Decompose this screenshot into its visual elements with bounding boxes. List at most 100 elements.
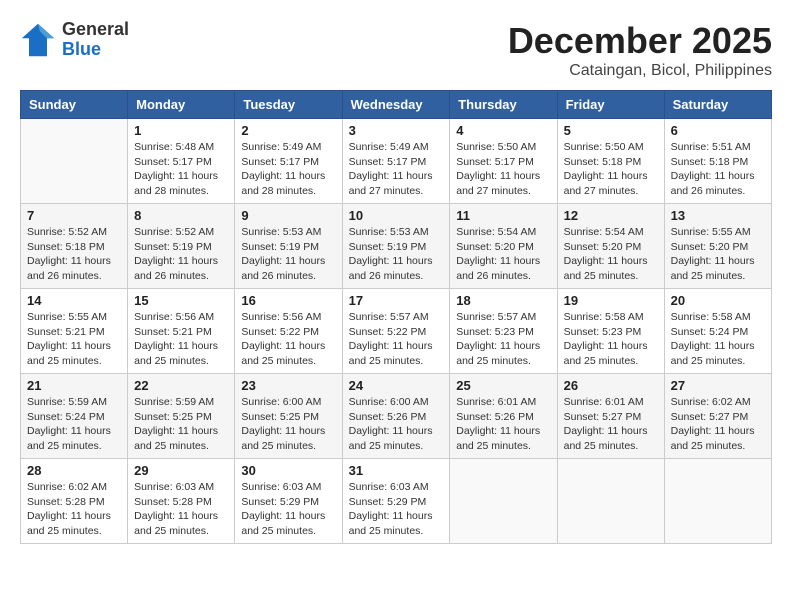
day-number: 21 <box>27 378 121 393</box>
day-info: Sunrise: 6:03 AM Sunset: 5:29 PM Dayligh… <box>241 480 335 539</box>
day-number: 14 <box>27 293 121 308</box>
day-info: Sunrise: 5:57 AM Sunset: 5:23 PM Dayligh… <box>456 310 550 369</box>
weekday-header-wednesday: Wednesday <box>342 91 450 119</box>
day-info: Sunrise: 5:54 AM Sunset: 5:20 PM Dayligh… <box>456 225 550 284</box>
calendar-cell: 19 Sunrise: 5:58 AM Sunset: 5:23 PM Dayli… <box>557 289 664 374</box>
day-info: Sunrise: 6:01 AM Sunset: 5:27 PM Dayligh… <box>564 395 658 454</box>
day-info: Sunrise: 6:01 AM Sunset: 5:26 PM Dayligh… <box>456 395 550 454</box>
calendar-week-row: 1 Sunrise: 5:48 AM Sunset: 5:17 PM Daylig… <box>21 119 772 204</box>
day-number: 31 <box>349 463 444 478</box>
day-number: 2 <box>241 123 335 138</box>
day-info: Sunrise: 5:50 AM Sunset: 5:18 PM Dayligh… <box>564 140 658 199</box>
day-info: Sunrise: 5:59 AM Sunset: 5:24 PM Dayligh… <box>27 395 121 454</box>
calendar-cell: 23Sunrise: 6:00 AM Sunset: 5:25 PM Dayli… <box>235 374 342 459</box>
day-info: Sunrise: 5:58 AM Sunset: 5:24 PM Dayligh… <box>671 310 765 369</box>
calendar-week-row: 28 Sunrise: 6:02 AM Sunset: 5:28 PM Dayli… <box>21 459 772 544</box>
weekday-header-saturday: Saturday <box>664 91 771 119</box>
calendar-cell: 12 Sunrise: 5:54 AM Sunset: 5:20 PM Dayli… <box>557 204 664 289</box>
calendar-cell: 3 Sunrise: 5:49 AM Sunset: 5:17 PM Daylig… <box>342 119 450 204</box>
day-info: Sunrise: 6:02 AM Sunset: 5:28 PM Dayligh… <box>27 480 121 539</box>
calendar-header-row: SundayMondayTuesdayWednesdayThursdayFrid… <box>21 91 772 119</box>
day-info: Sunrise: 5:53 AM Sunset: 5:19 PM Dayligh… <box>241 225 335 284</box>
logo-icon <box>20 22 56 58</box>
day-number: 6 <box>671 123 765 138</box>
day-info: Sunrise: 5:58 AM Sunset: 5:23 PM Dayligh… <box>564 310 658 369</box>
day-number: 4 <box>456 123 550 138</box>
location-subtitle: Cataingan, Bicol, Philippines <box>508 62 772 80</box>
calendar-cell: 11Sunrise: 5:54 AM Sunset: 5:20 PM Dayli… <box>450 204 557 289</box>
day-info: Sunrise: 5:53 AM Sunset: 5:19 PM Dayligh… <box>349 225 444 284</box>
day-info: Sunrise: 5:48 AM Sunset: 5:17 PM Dayligh… <box>134 140 228 199</box>
calendar-cell: 16 Sunrise: 5:56 AM Sunset: 5:22 PM Dayli… <box>235 289 342 374</box>
day-number: 20 <box>671 293 765 308</box>
calendar-cell <box>21 119 128 204</box>
calendar-cell: 6 Sunrise: 5:51 AM Sunset: 5:18 PM Daylig… <box>664 119 771 204</box>
calendar-cell: 30Sunrise: 6:03 AM Sunset: 5:29 PM Dayli… <box>235 459 342 544</box>
day-info: Sunrise: 6:02 AM Sunset: 5:27 PM Dayligh… <box>671 395 765 454</box>
day-number: 10 <box>349 208 444 223</box>
calendar-cell: 29Sunrise: 6:03 AM Sunset: 5:28 PM Dayli… <box>128 459 235 544</box>
day-number: 27 <box>671 378 765 393</box>
day-number: 25 <box>456 378 550 393</box>
calendar-cell: 15Sunrise: 5:56 AM Sunset: 5:21 PM Dayli… <box>128 289 235 374</box>
calendar-week-row: 21 Sunrise: 5:59 AM Sunset: 5:24 PM Dayli… <box>21 374 772 459</box>
day-info: Sunrise: 6:03 AM Sunset: 5:29 PM Dayligh… <box>349 480 444 539</box>
day-number: 7 <box>27 208 121 223</box>
calendar-cell: 10 Sunrise: 5:53 AM Sunset: 5:19 PM Dayli… <box>342 204 450 289</box>
logo-text: General Blue <box>62 20 129 60</box>
day-info: Sunrise: 5:59 AM Sunset: 5:25 PM Dayligh… <box>134 395 228 454</box>
day-number: 22 <box>134 378 228 393</box>
day-number: 9 <box>241 208 335 223</box>
calendar-cell: 2 Sunrise: 5:49 AM Sunset: 5:17 PM Daylig… <box>235 119 342 204</box>
day-info: Sunrise: 6:00 AM Sunset: 5:26 PM Dayligh… <box>349 395 444 454</box>
calendar-cell: 4 Sunrise: 5:50 AM Sunset: 5:17 PM Daylig… <box>450 119 557 204</box>
calendar-cell: 5Sunrise: 5:50 AM Sunset: 5:18 PM Daylig… <box>557 119 664 204</box>
calendar-cell <box>557 459 664 544</box>
weekday-header-sunday: Sunday <box>21 91 128 119</box>
day-number: 17 <box>349 293 444 308</box>
calendar-cell: 13Sunrise: 5:55 AM Sunset: 5:20 PM Dayli… <box>664 204 771 289</box>
day-number: 16 <box>241 293 335 308</box>
day-info: Sunrise: 5:52 AM Sunset: 5:19 PM Dayligh… <box>134 225 228 284</box>
calendar-cell <box>664 459 771 544</box>
calendar-cell: 14Sunrise: 5:55 AM Sunset: 5:21 PM Dayli… <box>21 289 128 374</box>
calendar-week-row: 14Sunrise: 5:55 AM Sunset: 5:21 PM Dayli… <box>21 289 772 374</box>
day-number: 23 <box>241 378 335 393</box>
weekday-header-tuesday: Tuesday <box>235 91 342 119</box>
day-number: 18 <box>456 293 550 308</box>
day-number: 12 <box>564 208 658 223</box>
day-info: Sunrise: 5:55 AM Sunset: 5:20 PM Dayligh… <box>671 225 765 284</box>
calendar-cell: 31 Sunrise: 6:03 AM Sunset: 5:29 PM Dayli… <box>342 459 450 544</box>
day-number: 19 <box>564 293 658 308</box>
day-info: Sunrise: 5:54 AM Sunset: 5:20 PM Dayligh… <box>564 225 658 284</box>
day-number: 15 <box>134 293 228 308</box>
calendar-cell: 20 Sunrise: 5:58 AM Sunset: 5:24 PM Dayli… <box>664 289 771 374</box>
day-info: Sunrise: 5:50 AM Sunset: 5:17 PM Dayligh… <box>456 140 550 199</box>
calendar-cell: 21 Sunrise: 5:59 AM Sunset: 5:24 PM Dayli… <box>21 374 128 459</box>
calendar-table: SundayMondayTuesdayWednesdayThursdayFrid… <box>20 90 772 544</box>
weekday-header-monday: Monday <box>128 91 235 119</box>
logo-blue: Blue <box>62 40 129 60</box>
calendar-cell: 17 Sunrise: 5:57 AM Sunset: 5:22 PM Dayli… <box>342 289 450 374</box>
calendar-cell: 9 Sunrise: 5:53 AM Sunset: 5:19 PM Daylig… <box>235 204 342 289</box>
day-info: Sunrise: 5:51 AM Sunset: 5:18 PM Dayligh… <box>671 140 765 199</box>
page-header: General Blue December 2025 Cataingan, Bi… <box>20 20 772 80</box>
calendar-cell: 26 Sunrise: 6:01 AM Sunset: 5:27 PM Dayli… <box>557 374 664 459</box>
month-title: December 2025 <box>508 20 772 62</box>
calendar-cell: 18 Sunrise: 5:57 AM Sunset: 5:23 PM Dayli… <box>450 289 557 374</box>
day-number: 28 <box>27 463 121 478</box>
calendar-cell: 8Sunrise: 5:52 AM Sunset: 5:19 PM Daylig… <box>128 204 235 289</box>
logo-general: General <box>62 20 129 40</box>
weekday-header-friday: Friday <box>557 91 664 119</box>
day-info: Sunrise: 5:49 AM Sunset: 5:17 PM Dayligh… <box>241 140 335 199</box>
day-number: 26 <box>564 378 658 393</box>
calendar-cell: 28 Sunrise: 6:02 AM Sunset: 5:28 PM Dayli… <box>21 459 128 544</box>
day-info: Sunrise: 5:57 AM Sunset: 5:22 PM Dayligh… <box>349 310 444 369</box>
day-number: 3 <box>349 123 444 138</box>
title-block: December 2025 Cataingan, Bicol, Philippi… <box>508 20 772 80</box>
day-info: Sunrise: 5:49 AM Sunset: 5:17 PM Dayligh… <box>349 140 444 199</box>
day-number: 1 <box>134 123 228 138</box>
day-number: 24 <box>349 378 444 393</box>
day-info: Sunrise: 6:03 AM Sunset: 5:28 PM Dayligh… <box>134 480 228 539</box>
day-info: Sunrise: 5:56 AM Sunset: 5:22 PM Dayligh… <box>241 310 335 369</box>
